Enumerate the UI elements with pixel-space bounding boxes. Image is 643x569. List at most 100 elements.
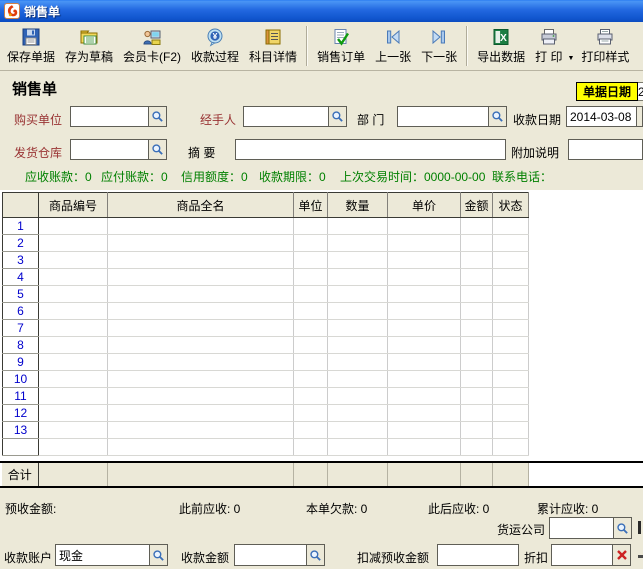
table-cell[interactable]	[461, 320, 493, 337]
table-cell[interactable]	[328, 269, 388, 286]
save-document-button[interactable]: 保存单据	[2, 23, 60, 69]
table-cell[interactable]	[39, 235, 108, 252]
table-cell[interactable]	[108, 422, 294, 439]
table-cell[interactable]	[39, 337, 108, 354]
table-cell[interactable]	[328, 252, 388, 269]
col-unit[interactable]: 单位	[294, 193, 328, 218]
print-dropdown-caret[interactable]: ▼	[567, 55, 574, 62]
titlebar[interactable]: 销售单	[0, 0, 643, 22]
col-product-code[interactable]: 商品编号	[39, 193, 108, 218]
table-cell[interactable]	[294, 235, 328, 252]
table-cell[interactable]	[294, 439, 328, 456]
table-cell[interactable]	[328, 354, 388, 371]
table-cell[interactable]	[388, 422, 461, 439]
table-cell[interactable]	[328, 388, 388, 405]
department-input[interactable]	[398, 107, 488, 126]
table-cell[interactable]	[388, 439, 461, 456]
table-cell[interactable]	[328, 286, 388, 303]
table-cell[interactable]	[328, 337, 388, 354]
freight-search-button[interactable]	[613, 518, 631, 538]
table-cell[interactable]	[461, 303, 493, 320]
table-cell[interactable]	[461, 371, 493, 388]
table-cell[interactable]	[39, 422, 108, 439]
table-cell[interactable]	[294, 422, 328, 439]
table-cell[interactable]	[294, 388, 328, 405]
table-cell[interactable]	[493, 269, 529, 286]
table-cell[interactable]	[39, 320, 108, 337]
table-cell[interactable]	[493, 388, 529, 405]
table-cell[interactable]	[294, 405, 328, 422]
table-cell[interactable]	[108, 388, 294, 405]
table-cell[interactable]	[461, 252, 493, 269]
table-cell[interactable]	[388, 371, 461, 388]
buyer-search-button[interactable]	[148, 107, 166, 126]
col-quantity[interactable]: 数量	[328, 193, 388, 218]
table-cell[interactable]	[461, 337, 493, 354]
table-cell[interactable]	[493, 303, 529, 320]
table-cell[interactable]	[388, 286, 461, 303]
table-cell[interactable]	[39, 388, 108, 405]
table-cell[interactable]	[388, 320, 461, 337]
table-cell[interactable]	[493, 235, 529, 252]
table-cell[interactable]	[461, 422, 493, 439]
col-amount[interactable]: 金额	[461, 193, 493, 218]
table-cell[interactable]	[493, 320, 529, 337]
payment-date-input[interactable]	[567, 107, 636, 126]
member-card-button[interactable]: 会员卡(F2)	[118, 23, 186, 69]
export-data-button[interactable]: X 导出数据	[472, 23, 530, 69]
table-cell[interactable]	[108, 337, 294, 354]
table-cell[interactable]	[39, 252, 108, 269]
table-cell[interactable]	[108, 235, 294, 252]
table-cell[interactable]	[108, 320, 294, 337]
table-cell[interactable]	[108, 252, 294, 269]
save-draft-button[interactable]: 存为草稿	[60, 23, 118, 69]
table-cell[interactable]	[39, 269, 108, 286]
table-cell[interactable]	[108, 269, 294, 286]
table-cell[interactable]	[461, 269, 493, 286]
table-cell[interactable]	[294, 252, 328, 269]
col-status[interactable]: 状态	[493, 193, 529, 218]
buyer-input[interactable]	[71, 107, 148, 126]
table-cell[interactable]	[461, 388, 493, 405]
table-cell[interactable]	[328, 439, 388, 456]
print-style-button[interactable]: 打印样式	[576, 23, 634, 69]
subject-details-button[interactable]: 科目详情	[244, 23, 302, 69]
table-cell[interactable]	[294, 269, 328, 286]
table-cell[interactable]	[108, 303, 294, 320]
table-cell[interactable]	[108, 439, 294, 456]
warehouse-input[interactable]	[71, 140, 148, 159]
table-cell[interactable]	[493, 337, 529, 354]
amount-input[interactable]	[235, 545, 306, 565]
col-unit-price[interactable]: 单价	[388, 193, 461, 218]
table-cell[interactable]	[461, 235, 493, 252]
doc-date-field-clipped[interactable]: 2	[638, 82, 643, 101]
table-cell[interactable]	[39, 439, 108, 456]
table-cell[interactable]	[388, 337, 461, 354]
table-cell[interactable]	[493, 439, 529, 456]
discount-clear-button[interactable]	[612, 545, 630, 565]
table-cell[interactable]	[294, 320, 328, 337]
table-cell[interactable]	[388, 235, 461, 252]
table-cell[interactable]	[328, 422, 388, 439]
deduct-prepaid-input[interactable]	[438, 545, 518, 565]
table-cell[interactable]	[493, 354, 529, 371]
previous-button[interactable]: 上一张	[370, 23, 416, 69]
table-cell[interactable]	[294, 303, 328, 320]
amount-search-button[interactable]	[306, 545, 324, 565]
table-cell[interactable]	[388, 269, 461, 286]
department-search-button[interactable]	[488, 107, 506, 126]
table-cell[interactable]	[493, 405, 529, 422]
table-cell[interactable]	[294, 286, 328, 303]
account-search-button[interactable]	[149, 545, 167, 565]
print-button[interactable]: 打 印	[530, 23, 567, 69]
table-cell[interactable]	[108, 354, 294, 371]
table-cell[interactable]	[108, 218, 294, 235]
table-cell[interactable]	[461, 218, 493, 235]
handler-search-button[interactable]	[328, 107, 346, 126]
table-cell[interactable]	[39, 303, 108, 320]
table-cell[interactable]	[39, 405, 108, 422]
table-cell[interactable]	[108, 405, 294, 422]
note-input[interactable]	[569, 140, 642, 159]
table-cell[interactable]	[328, 371, 388, 388]
table-cell[interactable]	[328, 320, 388, 337]
